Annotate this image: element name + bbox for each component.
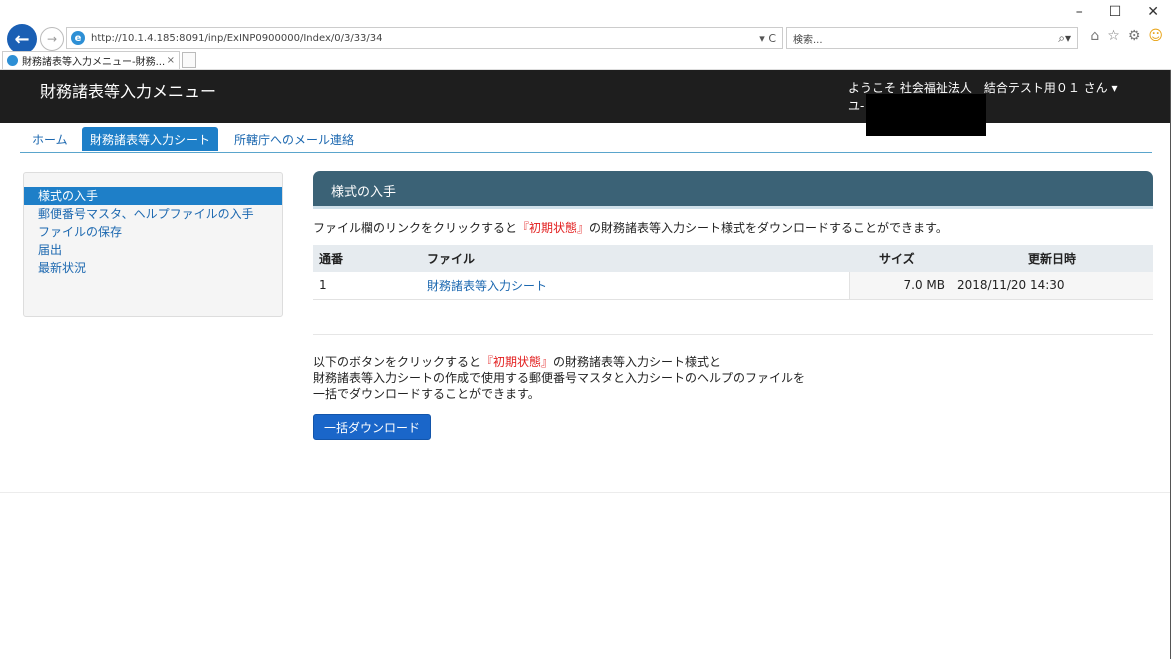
sidebar-item-status[interactable]: 最新状況 bbox=[24, 259, 282, 277]
window-controls: – ☐ ✕ bbox=[1076, 4, 1159, 20]
tab-mail-contact[interactable]: 所轄庁へのメール連絡 bbox=[226, 127, 362, 151]
favorites-icon[interactable]: ☆ bbox=[1107, 28, 1120, 44]
bulk-desc-line1: 以下のボタンをクリックすると『初期状態』の財務諸表等入力シート様式と bbox=[313, 354, 805, 370]
bulk-desc-pre: 以下のボタンをクリックすると bbox=[313, 355, 482, 369]
refresh-icon[interactable]: ▾ C bbox=[759, 32, 782, 45]
tab-bar: 財務諸表等入力メニュー-財務... × bbox=[0, 50, 1171, 70]
intro-text: ファイル欄のリンクをクリックすると『初期状態』の財務諸表等入力シート様式をダウン… bbox=[313, 219, 948, 236]
app-header: 財務諸表等入力メニュー ようこそ 社会福祉法人 結合テスト用０１ さん ▾ ユ- bbox=[0, 70, 1171, 136]
cell-size: 7.0 MB bbox=[848, 272, 951, 300]
cell-no: 1 bbox=[313, 272, 421, 300]
tab-input-sheet[interactable]: 財務諸表等入力シート bbox=[82, 127, 219, 151]
footer-divider bbox=[0, 492, 1171, 493]
cell-file: 財務諸表等入力シート bbox=[421, 272, 849, 300]
table-header-row: 通番 ファイル サイズ 更新日時 bbox=[313, 245, 1153, 272]
cell-updated: 2018/11/20 14:30 bbox=[951, 272, 1153, 300]
col-header-no: 通番 bbox=[313, 245, 421, 272]
main-nav: ホーム 財務諸表等入力シート 所轄庁へのメール連絡 bbox=[20, 127, 1152, 153]
tab-title: 財務諸表等入力メニュー-財務... bbox=[22, 57, 166, 68]
sidebar-item-postal-help[interactable]: 郵便番号マスタ、ヘルプファイルの入手 bbox=[24, 205, 282, 223]
table-row: 1 財務諸表等入力シート 7.0 MB 2018/11/20 14:30 bbox=[313, 272, 1153, 300]
sidebar: 様式の入手 郵便番号マスタ、ヘルプファイルの入手 ファイルの保存 届出 最新状況 bbox=[23, 172, 283, 317]
col-header-file: ファイル bbox=[421, 245, 849, 272]
bulk-desc-line3: 一括でダウンロードすることができます。 bbox=[313, 387, 540, 401]
divider bbox=[313, 334, 1153, 335]
home-icon[interactable]: ⌂ bbox=[1090, 28, 1099, 44]
bulk-download-button[interactable]: 一括ダウンロード bbox=[313, 414, 431, 440]
bulk-desc-highlight: 『初期状態』 bbox=[481, 355, 554, 369]
bulk-description: 以下のボタンをクリックすると『初期状態』の財務諸表等入力シート様式と 財務諸表等… bbox=[313, 354, 805, 402]
col-header-updated: 更新日時 bbox=[951, 245, 1153, 272]
col-header-size: サイズ bbox=[849, 245, 951, 272]
browser-toolbar: ⌂ ☆ ⚙ ☺ bbox=[1090, 28, 1163, 44]
address-url[interactable]: http://10.1.4.185:8091/inp/ExINP0900000/… bbox=[91, 33, 759, 44]
intro-post: の財務諸表等入力シート様式をダウンロードすることができます。 bbox=[589, 221, 948, 235]
app-title: 財務諸表等入力メニュー bbox=[40, 82, 217, 101]
intro-highlight: 『初期状態』 bbox=[517, 221, 590, 235]
file-table: 通番 ファイル サイズ 更新日時 1 財務諸表等入力シート 7.0 MB 201… bbox=[313, 245, 1153, 300]
settings-icon[interactable]: ⚙ bbox=[1128, 28, 1141, 44]
browser-chrome: ← → e http://10.1.4.185:8091/inp/ExINP09… bbox=[0, 0, 1171, 70]
tab-close-icon[interactable]: × bbox=[167, 55, 179, 66]
search-icon[interactable]: ⌕▾ bbox=[1058, 31, 1077, 46]
new-tab-button[interactable] bbox=[182, 52, 196, 68]
bulk-desc-post: の財務諸表等入力シート様式と bbox=[553, 355, 722, 369]
user-label: ユ- bbox=[848, 99, 865, 113]
sidebar-item-submit[interactable]: 届出 bbox=[24, 241, 282, 259]
ie-logo-icon: e bbox=[71, 31, 85, 45]
sidebar-item-get-form[interactable]: 様式の入手 bbox=[24, 187, 282, 205]
address-bar[interactable]: e http://10.1.4.185:8091/inp/ExINP090000… bbox=[66, 27, 783, 49]
maximize-icon[interactable]: ☐ bbox=[1109, 4, 1122, 20]
search-input[interactable]: 検索... bbox=[793, 31, 1058, 46]
tab-home[interactable]: ホーム bbox=[24, 127, 76, 151]
sidebar-item-save-file[interactable]: ファイルの保存 bbox=[24, 223, 282, 241]
minimize-icon[interactable]: – bbox=[1076, 4, 1083, 20]
ie-tab-icon bbox=[7, 55, 18, 66]
browser-tab[interactable]: 財務諸表等入力メニュー-財務... × bbox=[2, 51, 180, 69]
forward-arrow-icon[interactable]: → bbox=[40, 27, 64, 51]
feedback-icon[interactable]: ☺ bbox=[1148, 28, 1163, 44]
browser-search-box[interactable]: 検索... ⌕▾ bbox=[786, 27, 1078, 49]
intro-pre: ファイル欄のリンクをクリックすると bbox=[313, 221, 518, 235]
file-download-link[interactable]: 財務諸表等入力シート bbox=[427, 279, 547, 293]
bulk-desc-line2: 財務諸表等入力シートの作成で使用する郵便番号マスタと入力シートのヘルプのファイル… bbox=[313, 371, 806, 385]
close-icon[interactable]: ✕ bbox=[1147, 4, 1159, 20]
panel-title: 様式の入手 bbox=[313, 171, 1153, 209]
